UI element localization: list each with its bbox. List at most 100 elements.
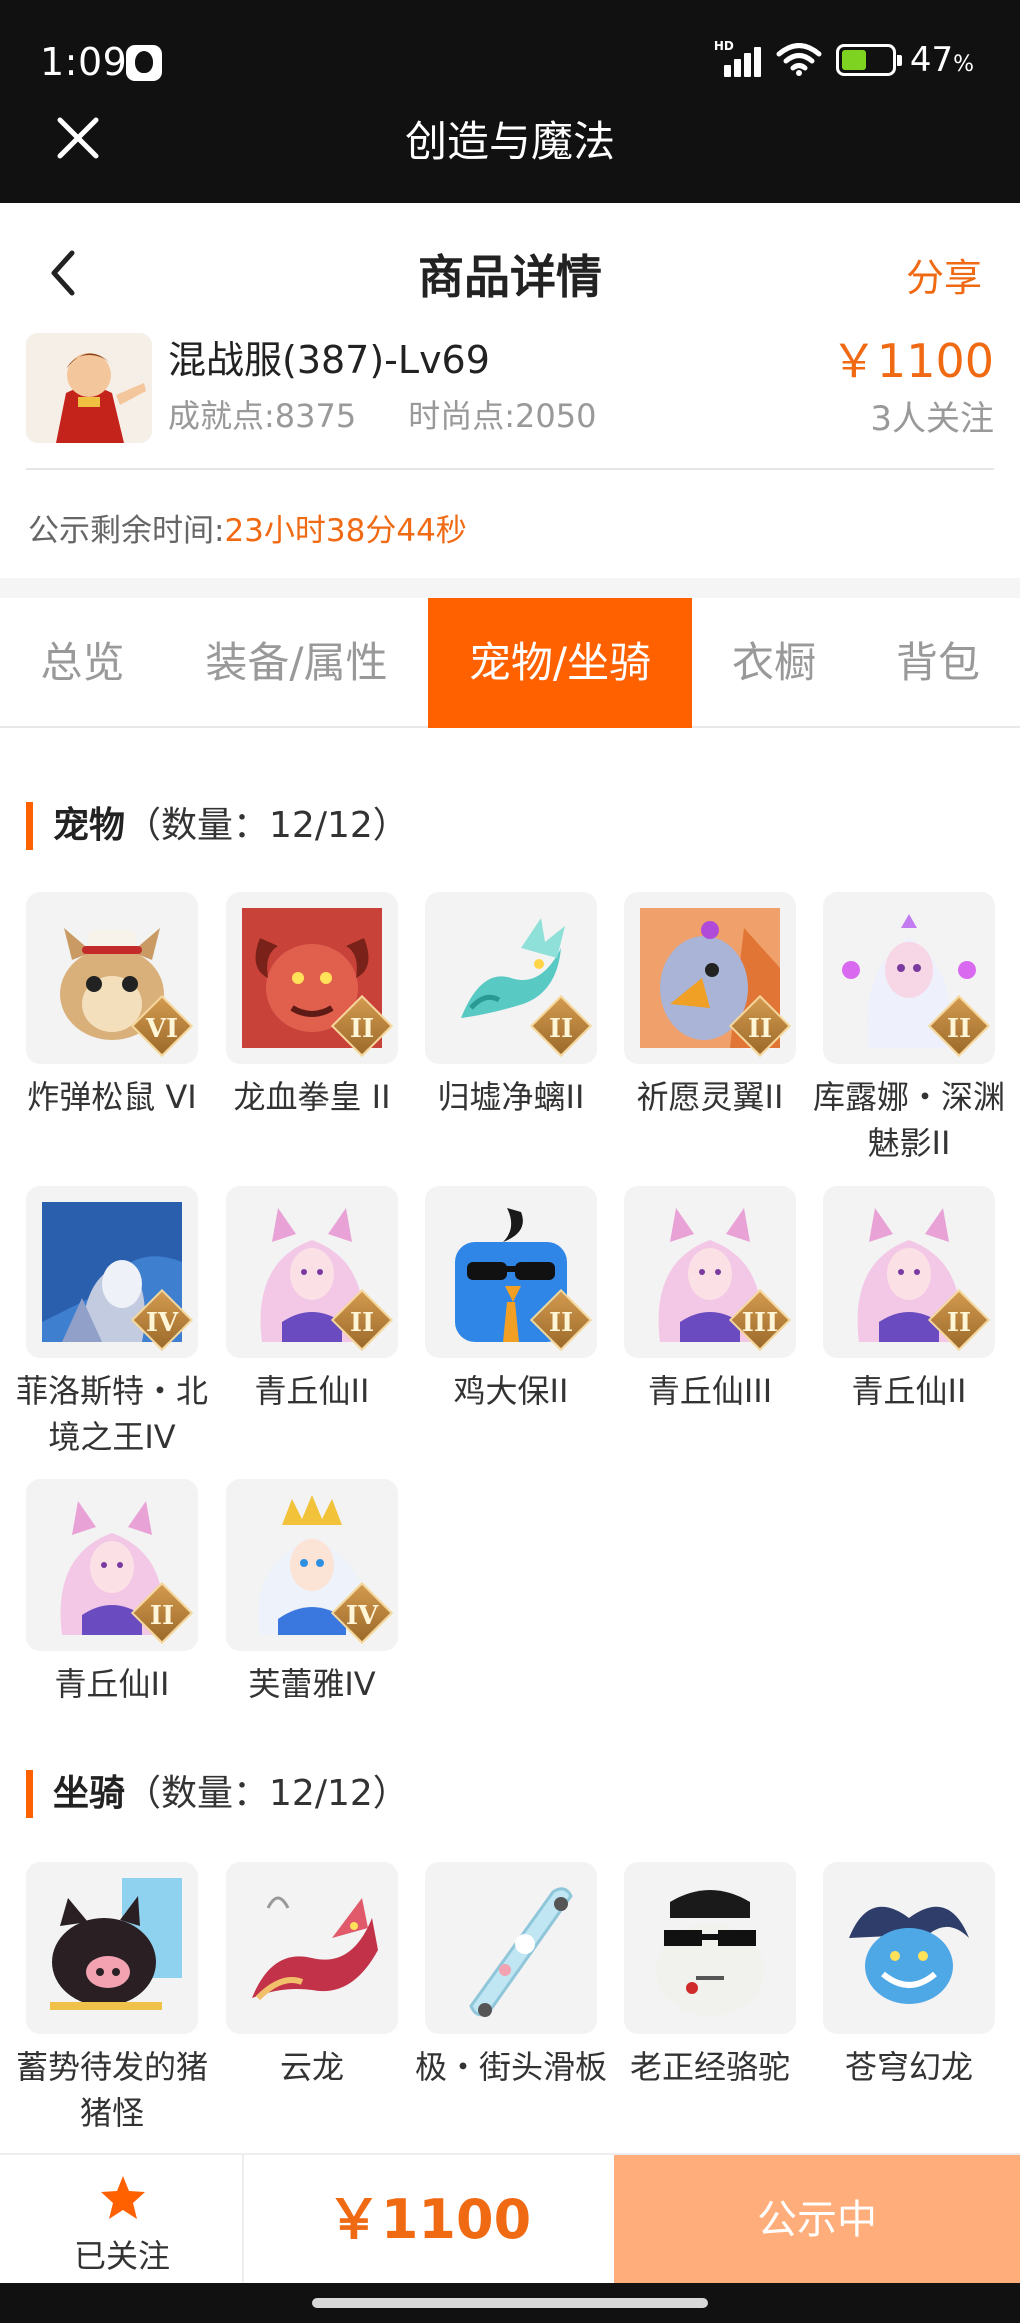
detail-tabs: 总览 装备/属性 宠物/坐骑 衣橱 背包 [0,598,1020,728]
battery-percent: 47% [909,40,974,80]
pet-item[interactable]: II 鸡大保II [425,1186,597,1414]
mounts-count: （数量：12/12） [125,1773,409,1814]
mount-name: 极・街头滑板 [414,2048,607,2086]
pet-item[interactable]: IV 菲洛斯特・北境之王IV [16,1186,208,1460]
pet-item[interactable]: II 青丘仙II [226,1186,398,1414]
bottom-price: ￥1100 [326,2188,532,2251]
character-avatar [26,333,152,443]
mount-name: 蓄势待发的猪猪怪 [15,2048,208,2132]
tab-wardrobe[interactable]: 衣橱 [692,598,856,728]
pet-item[interactable]: II 库露娜・深渊魅影II [813,892,1005,1166]
product-summary: 混战服(387)-Lv69 成就点:8375 时尚点:2050 ￥1100 3人关… [0,325,1020,465]
water-dragon-icon: II [425,892,597,1064]
status-time: 1:09 [40,40,128,84]
mount-item[interactable]: 苍穹幻龙 [823,1862,995,2090]
rank-badge-label: II [747,1014,773,1044]
tab-pets-mounts[interactable]: 宠物/坐骑 [428,598,692,728]
pet-name: 库露娜・深渊魅影II [812,1078,1005,1162]
mount-name: 云龙 [279,2048,344,2086]
page-title: 商品详情 [418,250,602,304]
mount-item[interactable]: 云龙 [226,1862,398,2090]
pet-name: 青丘仙III [647,1372,773,1410]
follow-label: 已关注 [73,2237,170,2275]
rank-badge-label: II [349,1308,375,1338]
home-gesture-handle[interactable] [312,2298,708,2308]
pet-item[interactable]: IV 芙蕾雅IV [226,1479,398,1707]
countdown-label: 公示剩余时间: [28,513,225,549]
pet-item[interactable]: II 龙血拳皇 II [226,892,398,1120]
rank-badge-label: II [548,1308,574,1338]
mount-name: 老正经骆驼 [629,2048,790,2086]
rank-badge-label: IV [345,1601,379,1631]
pets-count: （数量：12/12） [125,805,409,846]
pet-name: 菲洛斯特・北境之王IV [15,1372,208,1456]
mount-name: 苍穹幻龙 [844,2048,973,2086]
cloud-dragon-icon [226,1862,398,2034]
system-nav-bar [0,2283,1020,2323]
rank-badge-label: IV [145,1308,179,1338]
pet-name: 青丘仙II [54,1665,170,1703]
fox-fairy-icon: II [823,1186,995,1358]
pets-section-title: 宠物（数量：12/12） [26,802,409,850]
pet-name: 青丘仙II [851,1372,967,1410]
pet-item[interactable]: II 青丘仙II [823,1186,995,1414]
achievement-points: 成就点:8375 [168,397,357,435]
qq-notification-icon [126,45,162,81]
pig-icon [26,1862,198,2034]
rank-badge-label: II [149,1601,175,1631]
goddess-icon: IV [226,1479,398,1651]
follower-count: 3人关注 [870,399,994,439]
pet-name: 祈愿灵翼II [636,1078,784,1116]
tab-overview[interactable]: 总览 [0,598,165,728]
camel-icon [624,1862,796,2034]
sky-dragon-icon [823,1862,995,2034]
mount-item[interactable]: 老正经骆驼 [624,1862,796,2090]
signal-hd-label: HD [713,39,734,53]
pet-item[interactable]: III 青丘仙III [624,1186,796,1414]
follow-button[interactable]: 已关注 [0,2155,244,2285]
product-price: ￥1100 [830,334,994,388]
app-title: 创造与魔法 [404,117,615,166]
dragon-brawler-icon: II [226,892,398,1064]
skateboard-icon [425,1862,597,2034]
mounts-section-title: 坐骑（数量：12/12） [26,1770,409,1818]
rank-badge-label: II [946,1014,972,1044]
rank-badge-label: II [548,1014,574,1044]
pet-name: 归墟净螭II [437,1078,585,1116]
pet-item[interactable]: II 祈愿灵翼II [624,892,796,1120]
wifi-icon [776,43,822,76]
pet-item[interactable]: VI 炸弹松鼠 VI [26,892,198,1120]
divider [26,468,994,470]
fox-fairy-icon: III [624,1186,796,1358]
battery-icon [835,44,902,76]
fashion-points: 时尚点:2050 [408,397,597,435]
mount-item[interactable]: 极・街头滑板 [415,1862,607,2090]
product-stats: 成就点:8375 时尚点:2050 [168,391,596,437]
griffin-icon: II [624,892,796,1064]
pet-name: 炸弹松鼠 VI [27,1078,197,1116]
page-header: 商品详情 分享 [0,203,1020,333]
section-gap [0,578,1020,598]
pet-name: 鸡大保II [453,1372,569,1410]
tab-backpack[interactable]: 背包 [856,598,1020,728]
pet-name: 青丘仙II [254,1372,370,1410]
publicity-status-button[interactable]: 公示中 [614,2155,1020,2285]
share-button[interactable]: 分享 [906,247,982,302]
pet-name: 芙蕾雅IV [248,1665,376,1703]
fox-fairy-icon: II [226,1186,398,1358]
bottom-action-bar: 已关注 ￥1100 公示中 [0,2153,1020,2285]
pet-item[interactable]: II 青丘仙II [26,1479,198,1707]
rank-badge-label: II [946,1308,972,1338]
rank-badge-label: II [349,1014,375,1044]
mount-item[interactable]: 蓄势待发的猪猪怪 [16,1862,208,2136]
tab-equipment[interactable]: 装备/属性 [165,598,428,728]
publicity-countdown: 公示剩余时间:23小时38分44秒 [28,505,467,550]
rank-badge-label: III [741,1308,779,1338]
star-icon [101,2176,145,2219]
chicken-icon: II [425,1186,597,1358]
pet-name: 龙血拳皇 II [233,1078,391,1116]
product-name: 混战服(387)-Lv69 [168,338,490,382]
fox-fairy-icon: II [26,1479,198,1651]
pet-item[interactable]: II 归墟净螭II [425,892,597,1120]
squirrel-icon: VI [26,892,198,1064]
